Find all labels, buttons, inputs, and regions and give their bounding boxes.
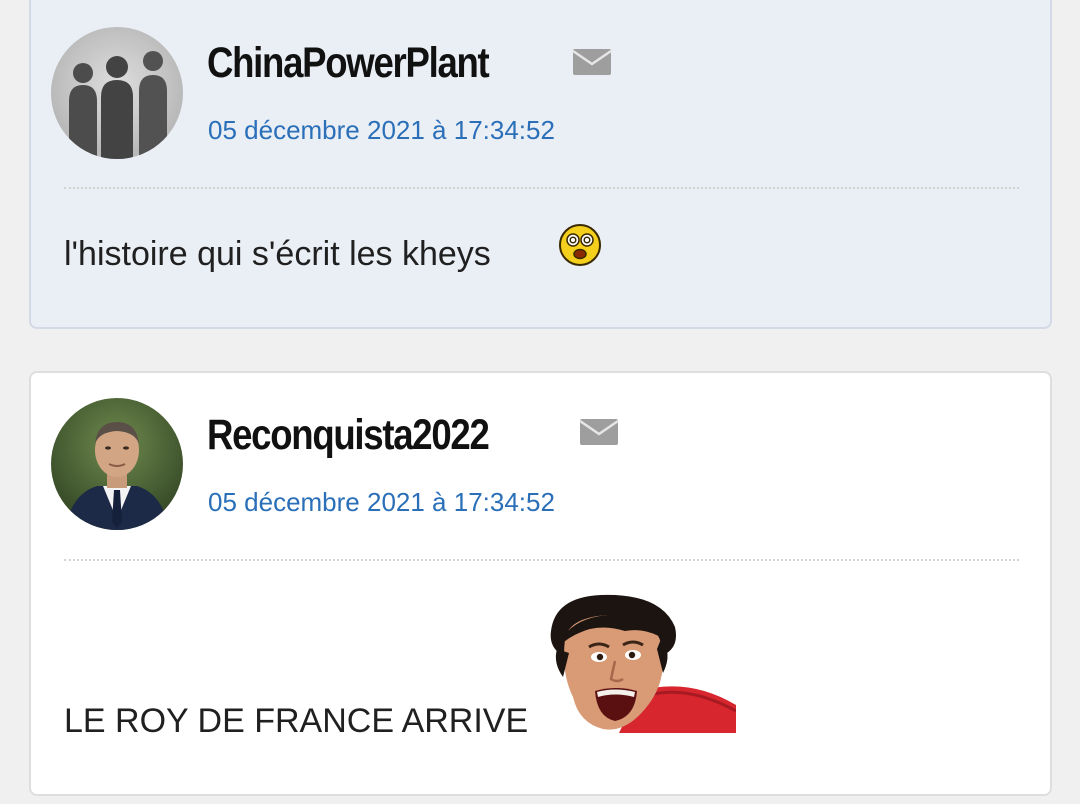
envelope-icon[interactable] [579, 418, 619, 446]
post-message: l'histoire qui s'écrit les kheys [64, 235, 491, 273]
post-date-link[interactable]: 05 décembre 2021 à 17:34:52 [208, 117, 555, 143]
post-date-link[interactable]: 05 décembre 2021 à 17:34:52 [208, 489, 555, 515]
three-silhouettes-avatar [51, 27, 183, 159]
author-name[interactable]: ChinaPowerPlant [207, 42, 490, 85]
author-avatar[interactable] [51, 27, 183, 159]
forum-post: Reconquista2022 05 décembre 2021 à 17:34… [29, 371, 1052, 796]
envelope-icon[interactable] [572, 48, 612, 76]
post-message: LE ROY DE FRANCE ARRIVE [64, 702, 529, 740]
suited-man-avatar [51, 398, 183, 530]
laughing-man-sticker [549, 593, 736, 733]
forum-post: ChinaPowerPlant 05 décembre 2021 à 17:34… [29, 0, 1052, 329]
shocked-smiley-icon [558, 223, 602, 267]
divider [64, 187, 1019, 189]
author-avatar[interactable] [51, 398, 183, 530]
divider [64, 559, 1019, 561]
author-name[interactable]: Reconquista2022 [207, 414, 490, 457]
